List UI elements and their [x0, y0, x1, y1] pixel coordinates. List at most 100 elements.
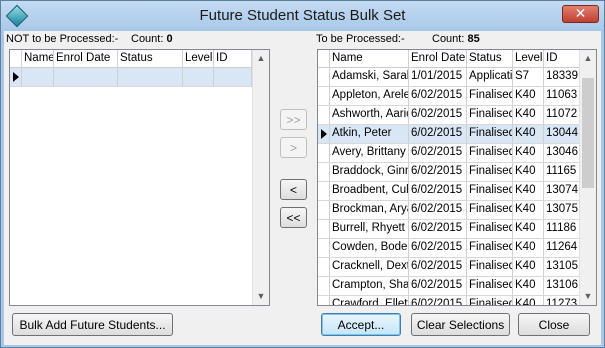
row-selector[interactable] [318, 106, 330, 124]
table-cell: Finalised [467, 106, 513, 124]
table-cell: Crawford, Ellett [330, 296, 409, 305]
table-cell: K40 [513, 182, 544, 200]
table-cell: K40 [513, 201, 544, 219]
table-cell: 6/02/2015 [409, 201, 467, 219]
table-row[interactable]: Cracknell, Dexte 6/02/2015 Finalised K40 131… [318, 258, 581, 277]
to-be-processed-grid[interactable]: Name Enrol Date Status Level ID Adamski, Sara… [317, 49, 597, 306]
scroll-up-icon[interactable]: ▲ [253, 50, 269, 67]
table-cell: Burrell, Rhyett [330, 220, 409, 238]
row-selector[interactable] [318, 163, 330, 181]
title-bar[interactable]: Future Student Status Bulk Set ✕ [1, 1, 604, 31]
table-row[interactable]: Atkin, Peter 6/02/2015 Finalised K40 13044 [318, 125, 581, 144]
dialog-body: NOT to be Processed:- Count: 0 To be Pro… [4, 31, 601, 345]
table-row[interactable]: Braddock, Ginny 6/02/2015 Finalised K40 1116… [318, 163, 581, 182]
not-processed-label: NOT to be Processed:- [6, 33, 119, 45]
table-cell: 11072 [544, 106, 581, 124]
table-row[interactable]: Broadbent, Cull 6/02/2015 Finalised K40 1307… [318, 182, 581, 201]
to-be-processed-count-label: Count: [432, 33, 465, 45]
table-row[interactable]: Avery, Brittany 6/02/2015 Finalised K40 1304… [318, 144, 581, 163]
column-header-status[interactable]: Status [118, 50, 183, 67]
table-row[interactable] [10, 68, 252, 87]
table-cell: Finalised [467, 258, 513, 276]
table-cell: 13044 [544, 125, 581, 143]
row-selector[interactable] [318, 296, 330, 305]
table-cell: 6/02/2015 [409, 125, 467, 143]
row-selector[interactable] [318, 144, 330, 162]
table-row[interactable]: Adamski, Sarah1/01/2015ApplicatioS718339 [318, 68, 581, 87]
clear-selections-button[interactable]: Clear Selections [411, 313, 510, 336]
not-processed-grid[interactable]: Name Enrol Date Status Level ID ▲ ▼ [9, 49, 270, 306]
table-cell: 1/01/2015 [409, 68, 467, 86]
table-row[interactable]: Ashworth, Aaric 6/02/2015 Finalised K40 1107… [318, 106, 581, 125]
table-row[interactable]: Brockman, Arya 6/02/2015 Finalised K40 13075 [318, 201, 581, 220]
column-header-status[interactable]: Status [467, 50, 513, 67]
table-row[interactable]: Appleton, Arele 6/02/2015 Finalised K40 1106… [318, 87, 581, 106]
row-selector[interactable] [318, 239, 330, 257]
table-cell: 13075 [544, 201, 581, 219]
grid-header: Name Enrol Date Status Level ID [318, 50, 581, 68]
window-close-button[interactable]: ✕ [562, 5, 599, 23]
vertical-scrollbar[interactable]: ▲ ▼ [579, 50, 596, 305]
accept-button[interactable]: Accept... [321, 313, 401, 336]
table-cell: 11264 [544, 239, 581, 257]
move-all-right-button[interactable]: >> [280, 109, 307, 130]
table-cell: 13106 [544, 277, 581, 295]
row-selector[interactable] [318, 68, 330, 86]
row-selector[interactable] [318, 87, 330, 105]
row-selector[interactable] [318, 201, 330, 219]
table-row[interactable]: Crawford, Ellett 6/02/2015 Finalised K40 112… [318, 296, 581, 305]
column-header-enrol-date[interactable]: Enrol Date [409, 50, 467, 67]
table-cell: 11186 [544, 220, 581, 238]
move-right-button[interactable]: > [280, 137, 307, 158]
column-header-level[interactable]: Level [183, 50, 214, 67]
table-cell: Cowden, Boder [330, 239, 409, 257]
not-processed-count-value: 0 [166, 33, 173, 45]
table-cell: Braddock, Ginny [330, 163, 409, 181]
scroll-down-icon[interactable]: ▼ [253, 288, 269, 305]
column-header-name[interactable]: Name [22, 50, 54, 67]
scroll-up-icon[interactable]: ▲ [580, 50, 596, 67]
table-row[interactable]: Burrell, Rhyett 6/02/2015 Finalised K40 1118… [318, 220, 581, 239]
column-header-enrol-date[interactable]: Enrol Date [54, 50, 118, 67]
column-header-name[interactable]: Name [330, 50, 409, 67]
table-cell: 13105 [544, 258, 581, 276]
table-cell: Finalised [467, 144, 513, 162]
table-cell: Avery, Brittany [330, 144, 409, 162]
table-cell: Ashworth, Aaric [330, 106, 409, 124]
scroll-down-icon[interactable]: ▼ [580, 288, 596, 305]
column-header-level[interactable]: Level [513, 50, 544, 67]
move-all-left-button[interactable]: << [280, 207, 307, 228]
header-corner [318, 50, 330, 67]
move-left-button[interactable]: < [280, 179, 307, 200]
close-button[interactable]: Close [518, 313, 590, 336]
table-cell: Appleton, Arele [330, 87, 409, 105]
row-selector-arrow-icon[interactable] [318, 125, 330, 143]
scroll-thumb[interactable] [582, 78, 594, 188]
column-header-id[interactable]: ID [214, 50, 252, 67]
to-be-processed-count-value: 85 [467, 33, 480, 45]
table-cell [183, 68, 214, 86]
row-selector[interactable] [318, 277, 330, 295]
row-selector[interactable] [318, 220, 330, 238]
table-cell [22, 68, 54, 86]
close-icon: ✕ [574, 5, 587, 21]
column-header-id[interactable]: ID [544, 50, 581, 67]
table-row[interactable]: Crampton, Shay 6/02/2015 Finalised K40 13106 [318, 277, 581, 296]
table-cell: 11273 [544, 296, 581, 305]
table-cell: Broadbent, Cull [330, 182, 409, 200]
vertical-scrollbar[interactable]: ▲ ▼ [252, 50, 269, 305]
table-cell: Atkin, Peter [330, 125, 409, 143]
row-selector-arrow-icon[interactable] [10, 68, 22, 86]
row-selector[interactable] [318, 182, 330, 200]
table-cell: Finalised [467, 277, 513, 295]
table-cell: Crampton, Shay [330, 277, 409, 295]
table-cell: 13074 [544, 182, 581, 200]
table-cell: K40 [513, 277, 544, 295]
row-selector[interactable] [318, 258, 330, 276]
table-cell: Finalised [467, 201, 513, 219]
header-corner [10, 50, 22, 67]
bulk-add-future-students-button[interactable]: Bulk Add Future Students... [12, 313, 173, 336]
table-cell [214, 68, 252, 86]
table-cell: 6/02/2015 [409, 296, 467, 305]
table-row[interactable]: Cowden, Boder 6/02/2015 Finalised K40 11264 [318, 239, 581, 258]
